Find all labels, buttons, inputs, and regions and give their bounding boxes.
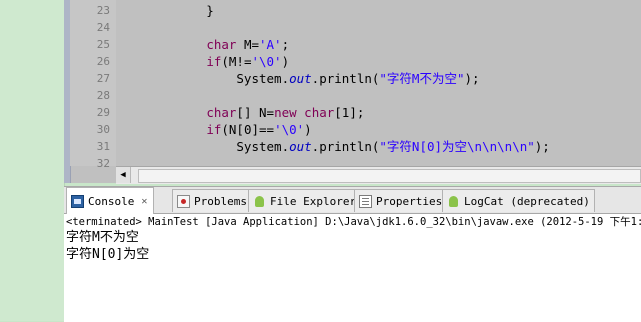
code-token: .println( <box>311 71 380 86</box>
console-output-line: 字符M不为空 <box>66 230 139 245</box>
code-line[interactable]: if(N[0]=='\0') <box>116 121 312 138</box>
android-icon <box>253 195 266 208</box>
code-token: System. <box>116 71 290 86</box>
code-token: ) <box>304 122 312 137</box>
line-number: 31 <box>96 140 110 153</box>
horizontal-scrollbar[interactable]: ◀ <box>116 166 641 184</box>
code-token: [1]; <box>334 105 365 120</box>
console-view: Console ✕ Problems File Explorer Properties L… <box>64 186 641 322</box>
string-token: '\0' <box>274 122 305 137</box>
code-line[interactable]: char M='A'; <box>116 36 289 53</box>
keyword-token: char <box>206 37 237 52</box>
problems-icon <box>177 194 190 208</box>
keyword-token: if <box>206 122 222 137</box>
keyword-token: char <box>304 105 335 120</box>
field-token: out <box>289 71 312 86</box>
string-token: "字符N[0]为空\n\n\n\n" <box>379 139 535 154</box>
tab-label: LogCat (deprecated) <box>464 194 590 208</box>
tab-label: Properties <box>376 194 443 208</box>
code-token: ) <box>281 54 290 69</box>
line-number: 30 <box>96 123 110 136</box>
keyword-token: if <box>206 54 222 69</box>
console-process-status: <terminated> MainTest [Java Application]… <box>66 216 641 228</box>
line-number: 29 <box>96 106 110 119</box>
string-token: '\0' <box>251 54 282 69</box>
code-line[interactable]: if(M!='\0') <box>116 53 289 70</box>
console-icon <box>71 194 84 208</box>
code-token: M= <box>236 37 259 52</box>
tab-logcat-deprecated[interactable]: LogCat (deprecated) <box>442 189 595 212</box>
console-output-line: 字符N[0]为空 <box>66 247 150 262</box>
view-tab-bar: Console ✕ Problems File Explorer Properties L… <box>64 187 641 214</box>
code-token: .println( <box>311 139 380 154</box>
code-line[interactable]: char[] N=new char[1]; <box>116 104 364 121</box>
code-token: [] N= <box>236 105 275 120</box>
android-icon <box>447 195 460 208</box>
string-token: "字符M不为空" <box>379 71 465 86</box>
tab-label: Problems <box>194 194 247 208</box>
scroll-left-arrow-icon[interactable]: ◀ <box>116 167 131 183</box>
keyword-token: new <box>274 105 297 120</box>
code-line[interactable]: System.out.println("字符N[0]为空\n\n\n\n"); <box>116 138 550 155</box>
line-number: 26 <box>96 55 110 68</box>
tab-label: Console <box>88 194 135 208</box>
field-token: out <box>289 139 312 154</box>
left-panel-strip <box>0 0 65 321</box>
tab-label: File Explorer <box>270 194 357 208</box>
line-number: 28 <box>96 89 110 102</box>
code-token: } <box>116 3 214 18</box>
code-line[interactable]: System.out.println("字符M不为空"); <box>116 70 480 87</box>
code-line[interactable]: } <box>116 2 214 19</box>
code-token: System. <box>116 139 290 154</box>
line-number: 23 <box>96 4 110 17</box>
properties-icon <box>359 194 372 208</box>
line-number-gutter: 23 24 25 26 27 28 29 30 31 32 <box>70 0 117 170</box>
code-token: ); <box>464 71 480 86</box>
line-number: 32 <box>96 157 110 170</box>
line-number: 24 <box>96 21 110 34</box>
tab-problems[interactable]: Problems <box>172 189 252 212</box>
console-output[interactable]: 字符M不为空 字符N[0]为空 <box>66 229 641 263</box>
code-area[interactable]: } char M='A'; if(M!='\0') System.out.pri… <box>116 0 641 166</box>
keyword-token: char <box>206 105 237 120</box>
line-number: 27 <box>96 72 110 85</box>
code-token: ; <box>281 37 290 52</box>
code-token: (N[0]== <box>221 122 275 137</box>
tab-properties[interactable]: Properties <box>354 189 448 212</box>
line-number: 25 <box>96 38 110 51</box>
string-token: 'A' <box>259 37 282 52</box>
tab-file-explorer[interactable]: File Explorer <box>248 189 362 212</box>
code-token: ); <box>534 139 550 154</box>
close-icon[interactable]: ✕ <box>139 196 149 207</box>
code-editor[interactable]: 23 24 25 26 27 28 29 30 31 32 } char M='A'; if(M!… <box>64 0 641 184</box>
scrollbar-thumb[interactable] <box>138 169 641 183</box>
code-token: (M!= <box>221 54 252 69</box>
tab-console[interactable]: Console ✕ <box>66 187 155 214</box>
